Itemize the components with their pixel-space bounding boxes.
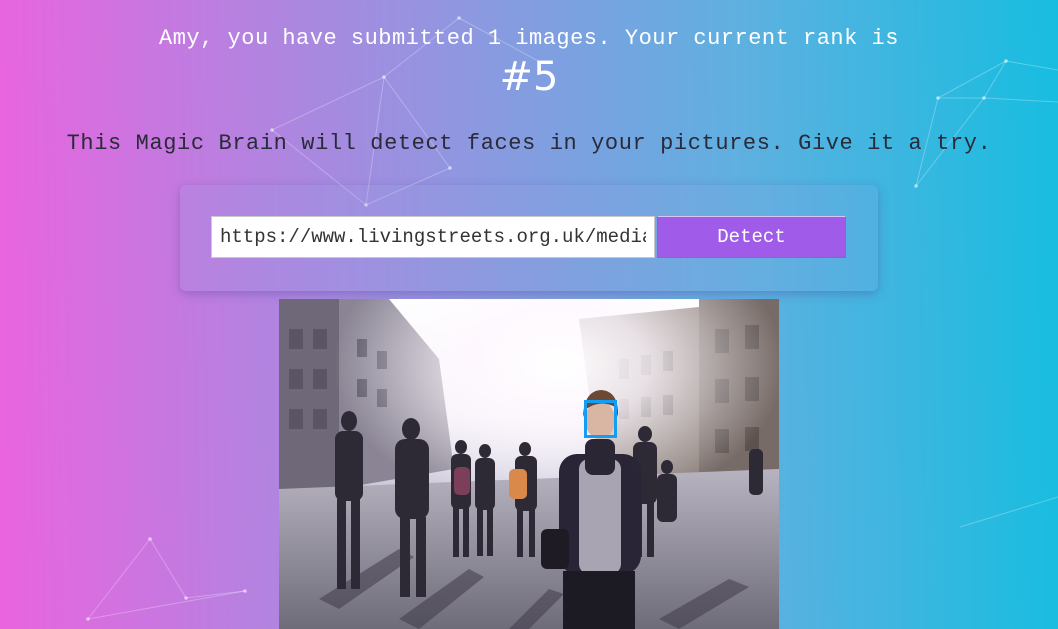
detect-button[interactable]: Detect [657,216,846,258]
image-url-input[interactable] [211,216,655,258]
street-crowd-photo [279,299,779,629]
face-bounding-box [584,400,617,438]
rank-message: Amy, you have submitted 1 images. Your c… [159,26,899,51]
rank-value: #5 [499,54,559,100]
intro-text: This Magic Brain will detect faces in yo… [66,131,992,156]
result-image-container [279,299,779,629]
